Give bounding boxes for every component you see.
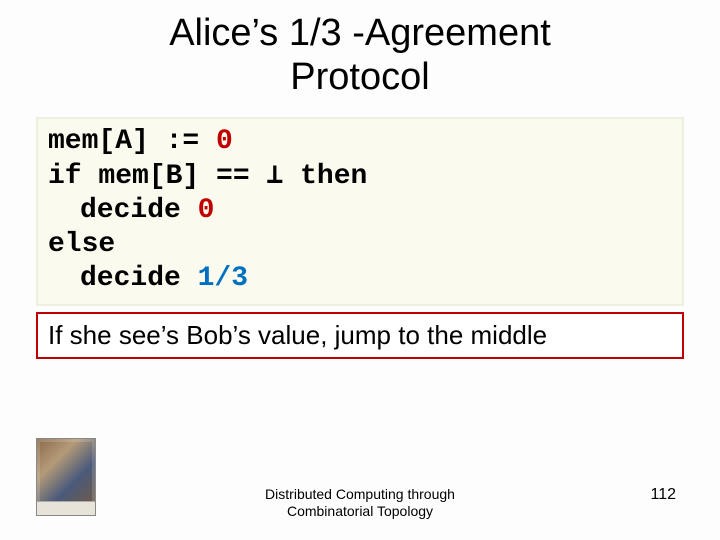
code-line-2: if mem[B] == ⊥ then xyxy=(48,160,672,194)
caption-text: If she see’s Bob’s value, jump to the mi… xyxy=(48,320,547,350)
title-line-2: Protocol xyxy=(290,56,429,98)
code-block: mem[A] := 0 if mem[B] == ⊥ then decide 0… xyxy=(36,117,684,306)
literal-one-third: 1/3 xyxy=(198,263,248,294)
code-line-4: else xyxy=(48,228,672,262)
footer-line-1: Distributed Computing through xyxy=(265,486,455,502)
literal-zero: 0 xyxy=(198,195,215,226)
slide-title: Alice’s 1/3 -Agreement Protocol xyxy=(0,0,720,99)
code-line-5: decide 1/3 xyxy=(48,262,672,296)
code-line-1: mem[A] := 0 xyxy=(48,125,672,159)
footer: Distributed Computing through Combinator… xyxy=(265,486,455,520)
page-number: 112 xyxy=(650,486,676,504)
footer-line-2: Combinatorial Topology xyxy=(287,503,433,519)
code-line-3: decide 0 xyxy=(48,194,672,228)
book-thumbnail-band xyxy=(37,501,95,515)
book-thumbnail xyxy=(36,438,96,516)
title-line-1: Alice’s 1/3 -Agreement xyxy=(169,12,551,54)
caption-box: If she see’s Bob’s value, jump to the mi… xyxy=(36,312,684,359)
literal-zero: 0 xyxy=(216,126,233,157)
